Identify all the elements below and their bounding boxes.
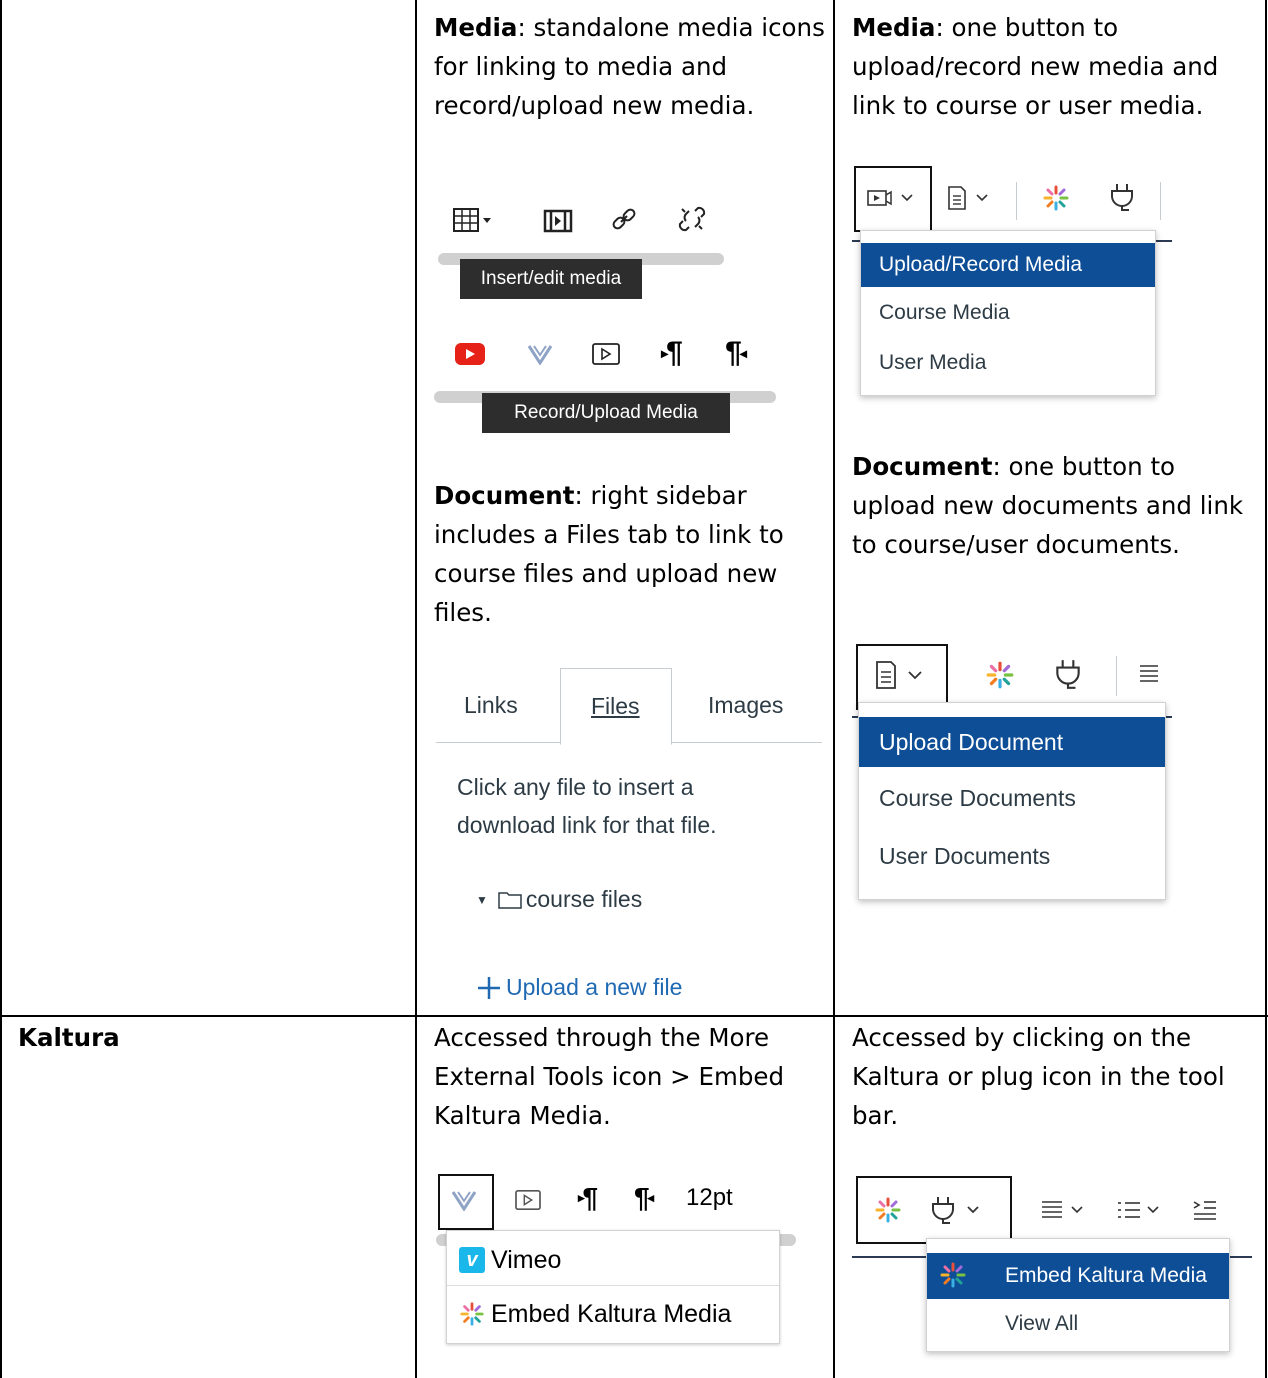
kaltura-icon[interactable]	[980, 658, 1020, 692]
menu-label: User Media	[879, 351, 987, 374]
menu-label: View All	[1005, 1312, 1079, 1335]
media-button-icon[interactable]	[862, 182, 922, 214]
table-row-divider	[0, 1015, 1268, 1017]
media-description-old: Media: standalone media icons for linkin…	[434, 8, 826, 125]
table-divider-2	[833, 0, 835, 1378]
old-kaltura-screenshot: ▸ ¶ ¶ ◂ 12pt v Vimeo Embed Kaltura Media	[436, 1168, 806, 1348]
course-files-folder[interactable]: ▼ course files	[476, 886, 642, 913]
kaltura-old-description: Accessed through the More External Tools…	[434, 1023, 784, 1130]
document-button-icon[interactable]	[942, 182, 1000, 214]
tab-links[interactable]: Links	[464, 692, 518, 719]
media-heading-new: Media	[852, 13, 936, 42]
expand-caret-icon: ▼	[476, 892, 488, 907]
document-heading: Document	[434, 481, 575, 510]
kaltura-icon	[940, 1262, 966, 1288]
ltr-paragraph-icon[interactable]: ▸ ¶	[654, 335, 690, 371]
list-dropdown-icon[interactable]	[1114, 1194, 1170, 1226]
kaltura-icon	[460, 1302, 484, 1326]
external-tools-menu: v Vimeo Embed Kaltura Media	[446, 1230, 780, 1344]
insert-media-icon[interactable]	[538, 201, 578, 241]
align-icon[interactable]	[1132, 658, 1166, 690]
upload-link-label: Upload a new file	[506, 974, 683, 1000]
table-icon[interactable]	[450, 201, 496, 241]
files-hint: Click any file to insert a download link…	[457, 774, 717, 838]
folder-icon	[498, 891, 522, 909]
menu-label: Embed Kaltura Media	[491, 1299, 732, 1328]
toolbar-separator-2	[1160, 182, 1161, 220]
table-border-left	[0, 0, 2, 1378]
table-border-right	[1265, 0, 1267, 1378]
menu-item-view-all[interactable]: View All	[927, 1301, 1229, 1347]
record-upload-media-icon[interactable]	[586, 337, 626, 371]
menu-item-vimeo[interactable]: v Vimeo	[447, 1235, 779, 1286]
plug-icon[interactable]	[1104, 180, 1140, 214]
menu-item-embed-kaltura-media[interactable]: Embed Kaltura Media	[927, 1253, 1229, 1299]
menu-item-upload-record-media[interactable]: Upload/Record Media	[861, 243, 1155, 287]
toolbar-separator	[1016, 182, 1017, 220]
kaltura-dropdown-menu: Embed Kaltura Media View All	[926, 1238, 1230, 1352]
plus-icon	[478, 976, 500, 999]
kaltura-label-text: Kaltura	[18, 1023, 120, 1052]
record-upload-media-icon[interactable]	[508, 1182, 548, 1218]
document-description-new: Document: one button to upload new docum…	[852, 447, 1257, 564]
menu-label: Embed Kaltura Media	[1005, 1264, 1207, 1287]
old-toolbar-media-screenshot: Insert/edit media ▸ ¶ ¶ ◂ Record/Upload Me…	[434, 195, 776, 445]
media-heading: Media	[434, 13, 518, 42]
font-size-value[interactable]: 12pt	[686, 1184, 733, 1212]
vimeo-icon[interactable]	[446, 1182, 482, 1218]
tab-files-label: Files	[591, 693, 640, 719]
kaltura-new-description: Accessed by clicking on the Kaltura or p…	[852, 1023, 1225, 1130]
upload-new-file-link[interactable]: Upload a new file	[476, 974, 682, 1001]
plug-icon[interactable]	[1048, 656, 1088, 692]
kaltura-icon[interactable]	[870, 1194, 906, 1226]
menu-label: Course Media	[879, 301, 1010, 324]
table-divider-1	[415, 0, 417, 1378]
new-toolbar-document-screenshot: Upload Document Course Documents User Do…	[852, 640, 1262, 900]
vimeo-icon[interactable]	[520, 337, 560, 371]
unlink-icon[interactable]	[672, 199, 712, 239]
indent-icon[interactable]	[1188, 1194, 1222, 1226]
tab-files[interactable]: Files	[560, 668, 672, 745]
insert-media-tooltip: Insert/edit media	[460, 259, 642, 299]
menu-label: User Documents	[879, 842, 1051, 869]
rtl-paragraph-icon[interactable]: ¶ ◂	[626, 1180, 662, 1216]
plug-dropdown-icon[interactable]	[926, 1192, 992, 1228]
menu-item-user-documents[interactable]: User Documents	[859, 831, 1165, 881]
menu-item-course-documents[interactable]: Course Documents	[859, 773, 1165, 823]
align-dropdown-icon[interactable]	[1038, 1194, 1094, 1226]
menu-label: Upload/Record Media	[879, 253, 1083, 276]
youtube-icon[interactable]	[450, 337, 490, 371]
document-description-old: Document: right sidebar includes a Files…	[434, 476, 814, 632]
ltr-paragraph-icon[interactable]: ▸ ¶	[570, 1180, 606, 1216]
tab-images[interactable]: Images	[708, 692, 783, 719]
link-icon[interactable]	[604, 199, 644, 239]
toolbar-separator-3	[1116, 656, 1117, 696]
menu-label: Course Documents	[879, 784, 1076, 811]
menu-item-course-media[interactable]: Course Media	[861, 291, 1155, 335]
kaltura-icon[interactable]	[1038, 182, 1074, 214]
menu-item-user-media[interactable]: User Media	[861, 341, 1155, 385]
vimeo-logo-icon: v	[459, 1247, 485, 1273]
menu-label: Upload Document	[879, 728, 1064, 755]
media-description-new: Media: one button to upload/record new m…	[852, 8, 1257, 125]
media-dropdown-menu: Upload/Record Media Course Media User Me…	[860, 230, 1156, 396]
document-button-icon-2[interactable]	[866, 658, 936, 692]
new-kaltura-screenshot: Embed Kaltura Media View All	[852, 1172, 1262, 1372]
kaltura-label: Kaltura	[18, 1018, 120, 1057]
folder-label: course files	[525, 886, 643, 912]
document-heading-new: Document	[852, 452, 993, 481]
new-toolbar-media-screenshot: Upload/Record Media Course Media User Me…	[852, 164, 1262, 404]
record-upload-tooltip: Record/Upload Media	[482, 393, 730, 433]
menu-item-upload-document[interactable]: Upload Document	[859, 717, 1165, 767]
menu-item-embed-kaltura[interactable]: Embed Kaltura Media	[447, 1289, 779, 1339]
menu-label: Vimeo	[491, 1245, 562, 1274]
document-dropdown-menu: Upload Document Course Documents User Do…	[858, 702, 1166, 900]
rtl-paragraph-icon[interactable]: ¶ ◂	[718, 335, 754, 371]
files-sidebar-screenshot: Links Files Images Click any file to ins…	[436, 668, 822, 1008]
